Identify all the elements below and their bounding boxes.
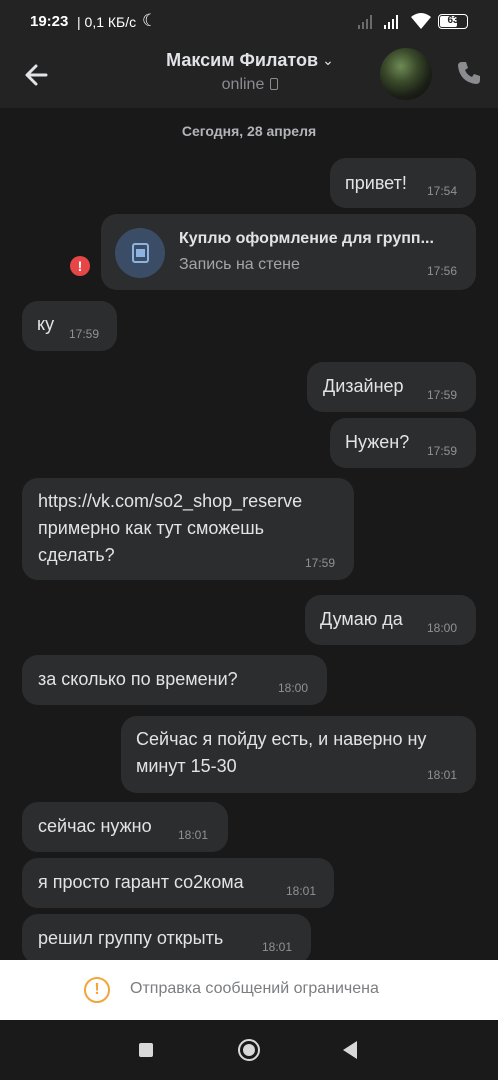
error-icon[interactable]: ! — [70, 256, 90, 276]
battery-icon: 63 — [438, 14, 468, 29]
wall-post-icon — [115, 228, 165, 278]
signal-icon — [384, 14, 402, 29]
message-time: 17:56 — [427, 264, 458, 278]
signal-icon — [358, 14, 376, 29]
contact-name[interactable]: Максим Филатов — [166, 50, 318, 71]
status-time: 19:23 — [30, 13, 69, 30]
message-incoming[interactable]: https://vk.com/so2_shop_reserve примерно… — [22, 478, 354, 580]
battery-level: 63 — [447, 15, 459, 26]
status-bar: 19:23 | 0,1 КБ/с ☾ 63 — [0, 0, 498, 44]
message-time: 18:00 — [278, 681, 309, 695]
wall-post-subtitle: Запись на стене — [179, 256, 300, 273]
chat-title-area[interactable]: Максим Филатов ⌄ online — [110, 50, 390, 94]
home-icon[interactable] — [238, 1039, 260, 1061]
message-time: 17:59 — [427, 444, 458, 458]
send-restriction-bar: ! Отправка сообщений ограничена — [0, 960, 498, 1020]
system-nav-bar — [0, 1020, 498, 1080]
message-text: Думаю да — [320, 609, 403, 629]
message-time: 18:01 — [427, 768, 458, 782]
message-outgoing[interactable]: Думаю да 18:00 — [305, 595, 476, 645]
message-time: 18:00 — [427, 621, 458, 635]
moon-icon: ☾ — [142, 11, 158, 30]
message-incoming[interactable]: ку 17:59 — [22, 301, 117, 351]
message-outgoing[interactable]: Сейчас я пойду есть, и наверно ну минут … — [121, 716, 476, 793]
message-text: за сколько по времени? — [38, 669, 238, 689]
phone-icon[interactable] — [454, 58, 484, 88]
message-time: 17:59 — [305, 556, 336, 570]
send-restriction-text: Отправка сообщений ограничена — [130, 980, 379, 997]
wall-post-attachment[interactable]: Куплю оформление для групп... Запись на … — [101, 214, 476, 290]
message-outgoing[interactable]: Нужен? 17:59 — [330, 418, 476, 468]
message-time: 17:59 — [69, 327, 100, 341]
online-status-text: online — [221, 76, 265, 93]
message-time: 18:01 — [262, 940, 293, 954]
message-time: 18:01 — [178, 828, 209, 842]
online-status: online — [110, 76, 390, 94]
mobile-device-icon — [270, 78, 279, 90]
recents-icon[interactable] — [139, 1043, 153, 1057]
chevron-down-icon[interactable]: ⌄ — [322, 52, 334, 69]
warning-icon: ! — [84, 977, 110, 1003]
message-text: Дизайнер — [323, 376, 404, 396]
wifi-icon — [411, 13, 431, 29]
back-arrow-icon[interactable] — [20, 58, 54, 92]
message-outgoing[interactable]: Дизайнер 17:59 — [307, 362, 476, 412]
wall-post-title: Куплю оформление для групп... — [179, 230, 434, 247]
message-incoming[interactable]: решил группу открыть 18:01 — [22, 914, 311, 960]
status-speed: | 0,1 КБ/с — [77, 14, 137, 30]
message-incoming[interactable]: сейчас нужно 18:01 — [22, 802, 228, 852]
message-incoming[interactable]: я просто гарант со2кома 18:01 — [22, 858, 334, 908]
message-time: 18:01 — [286, 884, 317, 898]
message-time: 17:59 — [427, 388, 458, 402]
message-text: привет! — [345, 173, 407, 193]
chat-header: Максим Филатов ⌄ online — [0, 44, 498, 108]
back-triangle-icon[interactable] — [343, 1041, 357, 1059]
message-outgoing[interactable]: привет! 17:54 — [330, 158, 476, 208]
message-link[interactable]: https://vk.com/so2_shop_reserve — [38, 488, 302, 515]
message-text: примерно как тут сможешь сделать? — [38, 518, 265, 565]
avatar[interactable] — [380, 48, 432, 100]
message-list[interactable]: Сегодня, 28 апреля привет! 17:54 Куплю о… — [0, 108, 498, 960]
message-text: решил группу открыть — [38, 928, 224, 948]
date-separator: Сегодня, 28 апреля — [181, 123, 317, 139]
message-text: Сейчас я пойду есть, и наверно ну минут … — [136, 729, 427, 776]
message-text: Нужен? — [345, 432, 410, 452]
message-incoming[interactable]: за сколько по времени? 18:00 — [22, 655, 327, 705]
message-text: я просто гарант со2кома — [38, 872, 244, 892]
message-text: ку — [37, 314, 55, 334]
message-text: сейчас нужно — [38, 816, 152, 836]
message-time: 17:54 — [427, 184, 458, 198]
